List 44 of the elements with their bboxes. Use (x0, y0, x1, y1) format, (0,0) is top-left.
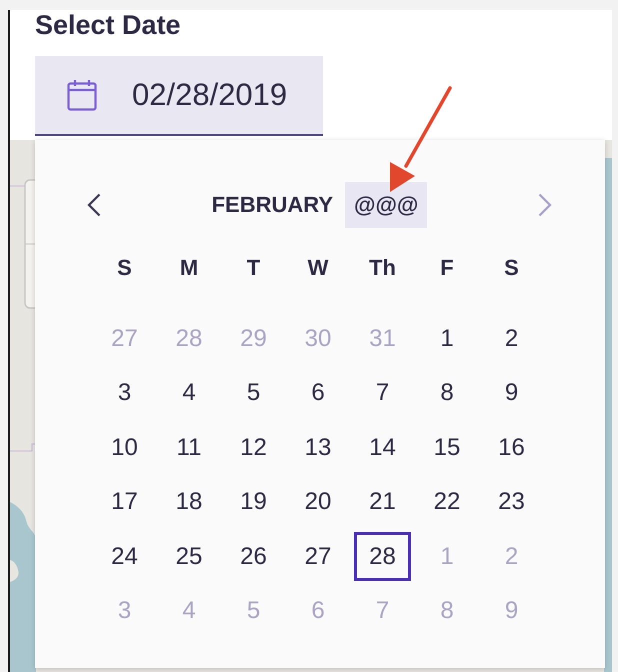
calendar-day[interactable]: 11 (160, 423, 218, 472)
calendar-day[interactable]: 13 (290, 423, 346, 472)
calendar-icon (67, 79, 97, 111)
weekday-label: T (246, 254, 262, 282)
month-label: FEBRUARY (212, 192, 334, 218)
calendar-day[interactable]: 4 (160, 368, 218, 418)
calendar-day[interactable]: 10 (96, 423, 153, 472)
calendar-day[interactable]: 7 (354, 368, 411, 418)
calendar-day[interactable]: 6 (290, 368, 346, 418)
weekday-label: S (503, 254, 520, 282)
calendar-day[interactable]: 8 (418, 368, 476, 418)
calendar-day[interactable]: 21 (354, 478, 411, 526)
chevron-right-icon (538, 193, 552, 217)
calendar-day[interactable]: 9 (483, 368, 540, 418)
calendar-day[interactable]: 5 (225, 368, 282, 418)
date-input[interactable]: 02/28/2019 (35, 56, 323, 136)
calendar-day[interactable]: 25 (160, 532, 218, 581)
calendar-day[interactable]: 3 (96, 368, 153, 418)
calendar-day[interactable]: 15 (418, 423, 476, 472)
calendar-day[interactable]: 23 (483, 478, 540, 526)
weekday-label: F (439, 254, 455, 282)
field-label: Select Date (35, 10, 181, 41)
prev-month-button[interactable] (86, 192, 102, 218)
calendar-day[interactable]: 28 (354, 532, 411, 581)
weekday-label: M (178, 254, 200, 282)
calendar-day[interactable]: 24 (96, 532, 153, 581)
weekday-label: W (306, 254, 330, 282)
calendar-day[interactable]: 1 (418, 314, 476, 363)
calendar-day[interactable]: 19 (225, 478, 282, 526)
calendar-day[interactable]: 17 (96, 478, 153, 526)
calendar-day[interactable]: 18 (160, 478, 218, 526)
calendar-day[interactable]: 22 (418, 478, 476, 526)
calendar-day[interactable]: 27 (290, 532, 346, 581)
calendar-day[interactable]: 2 (483, 314, 540, 363)
calendar-day[interactable]: 14 (354, 423, 411, 472)
weekday-label: S (116, 254, 133, 282)
chevron-left-icon (87, 193, 101, 217)
calendar-day[interactable]: 20 (290, 478, 346, 526)
map-boundary-line (10, 444, 36, 452)
calendar-day[interactable]: 26 (225, 532, 282, 581)
calendar-day[interactable]: 12 (225, 423, 282, 472)
weekday-label: Th (368, 254, 397, 282)
year-input[interactable]: @@@ (345, 182, 428, 228)
calendar-day[interactable]: 16 (483, 423, 540, 472)
